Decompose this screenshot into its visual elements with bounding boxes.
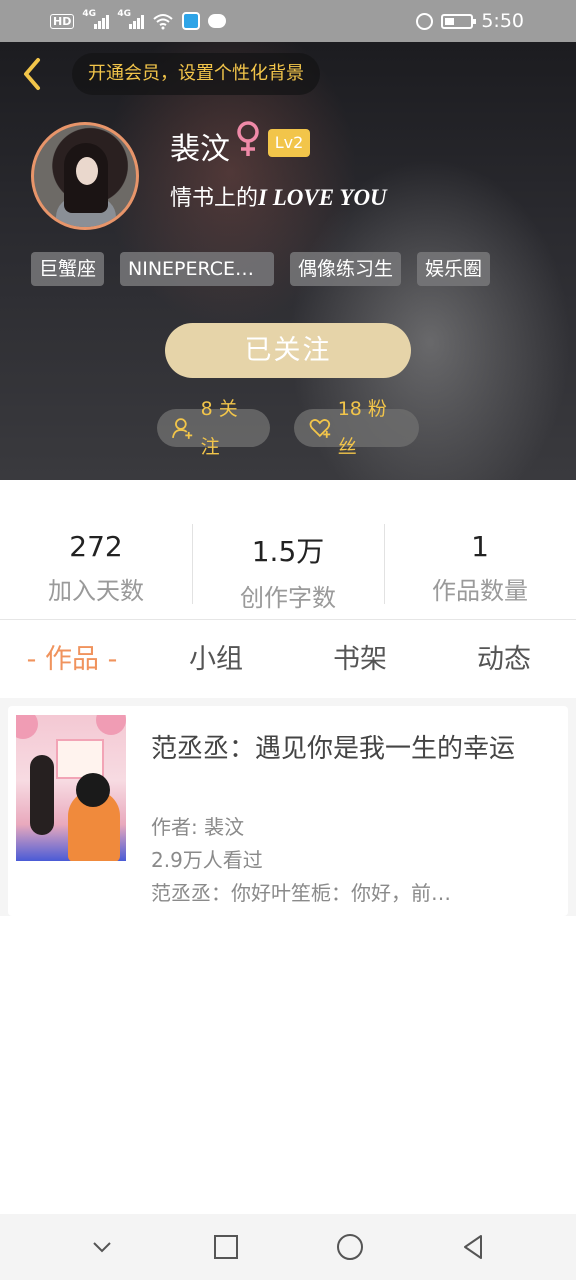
stat-value: 1.5万 bbox=[251, 535, 325, 568]
app-notification-icon bbox=[182, 12, 201, 30]
stat-join-days: 272 加入天数 bbox=[0, 480, 192, 619]
hide-keyboard-button[interactable] bbox=[70, 1215, 134, 1279]
chevron-down-icon bbox=[93, 1242, 111, 1253]
signal-icon: 4G bbox=[82, 9, 110, 29]
stat-label: 作品数量 bbox=[432, 577, 528, 605]
user-signature: 情书上的I LOVE YOU bbox=[170, 180, 387, 212]
status-left: HD 4G 4G bbox=[50, 9, 227, 30]
wifi-icon bbox=[153, 14, 174, 30]
book-author: 作者: 裴汶 bbox=[151, 815, 245, 839]
vip-background-banner[interactable]: 开通会员，设置个性化背景 bbox=[72, 53, 320, 95]
system-nav-bar bbox=[0, 1214, 576, 1280]
profile-header: 开通会员，设置个性化背景 裴汶 Lv2 情书上的I LOVE YOU 巨蟹座 N… bbox=[0, 42, 576, 480]
book-cover[interactable] bbox=[16, 715, 126, 861]
battery-icon bbox=[441, 13, 477, 29]
tag-list: 巨蟹座 NINEPERCE… 偶像练习生 娱乐圈 bbox=[31, 252, 491, 286]
avatar[interactable] bbox=[31, 122, 139, 230]
female-icon bbox=[237, 121, 259, 156]
level-badge: Lv2 bbox=[268, 129, 310, 157]
following-count: 8 关注 bbox=[200, 398, 238, 458]
signal-icon: 4G bbox=[117, 9, 145, 29]
tab-activity[interactable]: 动态 bbox=[432, 621, 576, 698]
tab-works[interactable]: - 作品 - bbox=[0, 621, 144, 698]
home-button[interactable] bbox=[318, 1215, 382, 1279]
alarm-icon bbox=[416, 12, 434, 30]
back-button[interactable] bbox=[442, 1215, 506, 1279]
tab-bookshelf[interactable]: 书架 bbox=[288, 621, 432, 698]
follow-button[interactable]: 已关注 bbox=[165, 323, 411, 378]
book-excerpt: 范丞丞：你好叶笙栀：你好，前… bbox=[151, 881, 451, 905]
status-bar: HD 4G 4G 5:50 bbox=[0, 0, 576, 42]
stat-value: 1 bbox=[471, 530, 489, 563]
fans-count: 18 粉丝 bbox=[337, 398, 387, 458]
list-item[interactable]: 范丞丞：遇见你是我一生的幸运 作者: 裴汶 2.9万人看过 范丞丞：你好叶笙栀：… bbox=[8, 706, 568, 916]
tab-groups[interactable]: 小组 bbox=[144, 621, 288, 698]
stat-word-count: 1.5万 创作字数 bbox=[192, 480, 384, 619]
stat-label: 创作字数 bbox=[240, 584, 336, 612]
book-views: 2.9万人看过 bbox=[151, 848, 263, 872]
book-title[interactable]: 范丞丞：遇见你是我一生的幸运 bbox=[151, 728, 515, 765]
stats-row: 272 加入天数 1.5万 创作字数 1 作品数量 bbox=[0, 480, 576, 620]
user-name: 裴汶 bbox=[170, 132, 230, 167]
square-icon bbox=[214, 1235, 238, 1259]
recent-apps-button[interactable] bbox=[194, 1215, 258, 1279]
heart-add-icon bbox=[309, 419, 331, 438]
works-list: 范丞丞：遇见你是我一生的幸运 作者: 裴汶 2.9万人看过 范丞丞：你好叶笙栀：… bbox=[0, 698, 576, 916]
triangle-back-icon bbox=[464, 1235, 482, 1259]
tag[interactable]: 偶像练习生 bbox=[290, 252, 402, 286]
following-button[interactable]: 8 关注 bbox=[157, 398, 270, 458]
fans-button[interactable]: 18 粉丝 bbox=[294, 398, 419, 458]
stat-works-count: 1 作品数量 bbox=[384, 480, 576, 619]
stat-value: 272 bbox=[69, 530, 123, 563]
message-icon bbox=[208, 14, 227, 28]
signature-emphasis: I LOVE YOU bbox=[258, 185, 387, 210]
tag[interactable]: 巨蟹座 bbox=[31, 252, 105, 286]
stat-label: 加入天数 bbox=[48, 577, 144, 605]
tag[interactable]: NINEPERCE… bbox=[120, 252, 275, 286]
user-add-icon bbox=[172, 418, 193, 439]
tag[interactable]: 娱乐圈 bbox=[417, 252, 491, 286]
signature-prefix: 情书上的 bbox=[170, 186, 259, 211]
status-right: 5:50 bbox=[416, 10, 524, 32]
clock: 5:50 bbox=[481, 10, 524, 32]
tab-bar: - 作品 - 小组 书架 动态 bbox=[0, 621, 576, 698]
circle-icon bbox=[337, 1234, 363, 1260]
hd-icon: HD bbox=[50, 13, 75, 29]
chevron-left-icon[interactable] bbox=[14, 54, 54, 94]
